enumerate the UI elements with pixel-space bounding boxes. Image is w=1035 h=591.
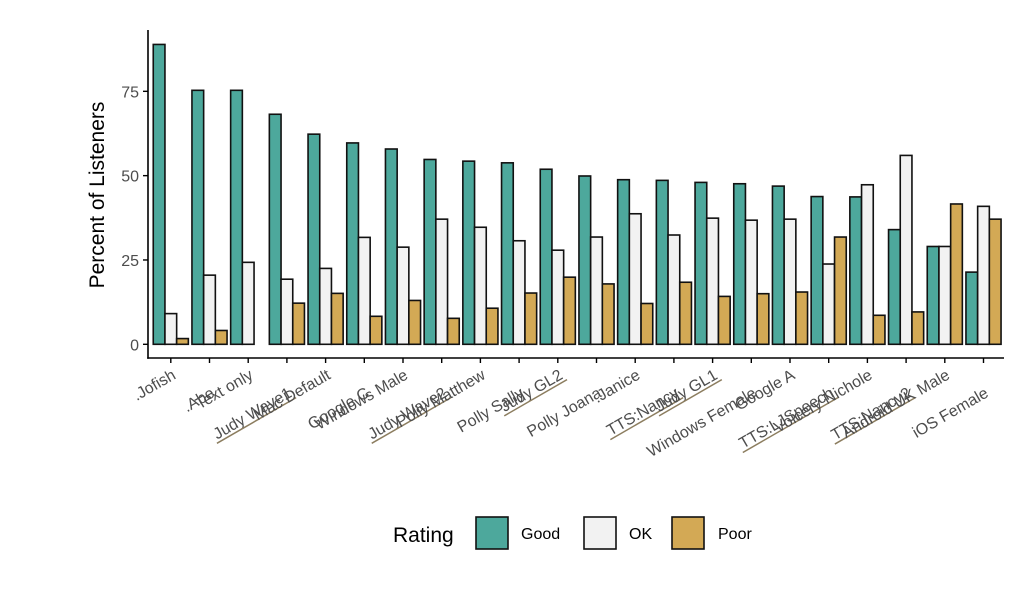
bar-ok-google-a	[783, 218, 797, 346]
bar-good-jofish	[152, 43, 166, 346]
bar-poor-jofish	[175, 337, 190, 346]
bar-ok-mac-default	[318, 267, 333, 346]
legend: Rating Good OK Poor	[393, 516, 752, 550]
bar-ok-windows-male	[396, 246, 410, 346]
bar-poor-judy-gl2	[562, 276, 577, 346]
bar-ok-polly-joana	[589, 236, 604, 346]
bar-poor-judy-wave1	[291, 302, 306, 346]
bar-ok-tts-ljspeech	[822, 263, 836, 346]
legend-label-good: Good	[521, 526, 560, 543]
bar-good-tts-nancy	[655, 179, 669, 346]
y-tick-label: 25	[121, 253, 139, 270]
x-tick-label: .Jofish	[130, 367, 179, 405]
bar-good-judy-wave1	[268, 113, 282, 346]
bar-ok-judy-gl1	[705, 217, 720, 346]
bar-ok-judy-wave1	[280, 278, 294, 346]
bar-good-janice	[616, 178, 631, 346]
bar-ok-polly-matthew	[473, 226, 488, 346]
bar-good-tts-ljspeech	[810, 195, 824, 346]
x-tick-label-group: .Janice	[591, 367, 643, 407]
x-ticks: .Jofish .AbeText onlyJudy Wave1Mac Defaul…	[130, 358, 992, 461]
legend-key-ok	[583, 516, 617, 550]
bar-ok-judy-wave2	[435, 218, 449, 346]
bar-ok-judy-gl2	[551, 249, 565, 346]
bar-ok-ios-female	[976, 205, 991, 346]
bar-poor-tts-nancy	[678, 281, 693, 346]
y-tick-label: 0	[130, 337, 139, 354]
bar-ok-google-c	[357, 236, 371, 346]
bar-poor-tts-nancy2	[911, 311, 925, 346]
bar-ok-tts-nancy2	[899, 154, 913, 346]
bar-good-windows-female	[732, 182, 747, 346]
bar-good-polly-joana	[578, 175, 592, 346]
bar-poor-android-uk-male	[949, 203, 964, 346]
legend-title: Rating	[393, 524, 454, 547]
bar-good-polly-matthew	[462, 160, 476, 346]
bar-ok-tts-nancy	[667, 234, 681, 346]
y-axis-title: Percent of Listeners	[86, 102, 109, 289]
bar-ok-android-uk-male	[938, 245, 952, 346]
bar-poor-google-a	[795, 291, 809, 346]
x-tick-label: .Janice	[591, 367, 643, 407]
bar-good-voicery-nichole	[849, 196, 863, 346]
legend-label-ok: OK	[629, 526, 652, 543]
bar-good-judy-wave2	[423, 158, 437, 346]
bar-poor-polly-matthew	[485, 307, 499, 346]
bar-good-judy-gl2	[539, 168, 553, 346]
bar-poor-polly-joana	[601, 283, 615, 346]
bar-poor-janice	[640, 302, 654, 346]
bar-ok-jofish	[164, 312, 178, 346]
bar-poor-ios-female	[988, 218, 1002, 346]
bar-poor-polly-sally	[524, 292, 538, 346]
bar-poor-windows-female	[756, 292, 770, 346]
bars-layer	[152, 43, 1002, 346]
bar-good-text-only	[229, 89, 244, 346]
bar-ok-text-only	[241, 261, 255, 346]
legend-key-good	[475, 516, 509, 550]
bar-ok-polly-sally	[512, 239, 526, 346]
bar-ok-voicery-nichole	[860, 183, 875, 346]
bar-good-abe	[191, 89, 205, 346]
y-tick-label: 75	[121, 84, 139, 101]
bar-good-windows-male	[384, 148, 398, 346]
y-tick-label: 50	[121, 169, 139, 186]
bar-good-polly-sally	[500, 162, 515, 346]
x-tick-label-group: .Jofish	[130, 367, 179, 405]
bar-good-google-a	[771, 185, 785, 346]
legend-entries: Good OK Poor	[475, 516, 752, 550]
bar-good-judy-gl1	[694, 181, 708, 346]
bar-ok-abe	[202, 274, 217, 346]
bar-poor-abe	[214, 329, 228, 346]
bar-ok-windows-female	[744, 219, 758, 346]
y-ticks: 0 25 50 75	[121, 84, 148, 354]
legend-key-poor	[671, 516, 705, 550]
bar-chart: 0 25 50 75 .Jofish .AbeText onlyJudy Wave1Ma…	[86, 30, 1004, 550]
bar-poor-judy-gl1	[717, 295, 731, 346]
bar-poor-windows-male	[408, 299, 422, 346]
bar-good-ios-female	[965, 271, 979, 346]
bar-good-mac-default	[307, 133, 321, 346]
bar-poor-voicery-nichole	[872, 314, 886, 346]
bar-poor-mac-default	[330, 292, 344, 346]
bar-good-tts-nancy2	[887, 228, 902, 346]
bar-poor-google-c	[369, 315, 383, 346]
bar-good-google-c	[345, 142, 360, 346]
bar-ok-janice	[628, 212, 642, 346]
bar-good-android-uk-male	[926, 245, 940, 346]
bar-poor-judy-wave2	[446, 317, 461, 346]
bar-poor-tts-ljspeech	[833, 236, 848, 346]
legend-label-poor: Poor	[718, 526, 752, 543]
